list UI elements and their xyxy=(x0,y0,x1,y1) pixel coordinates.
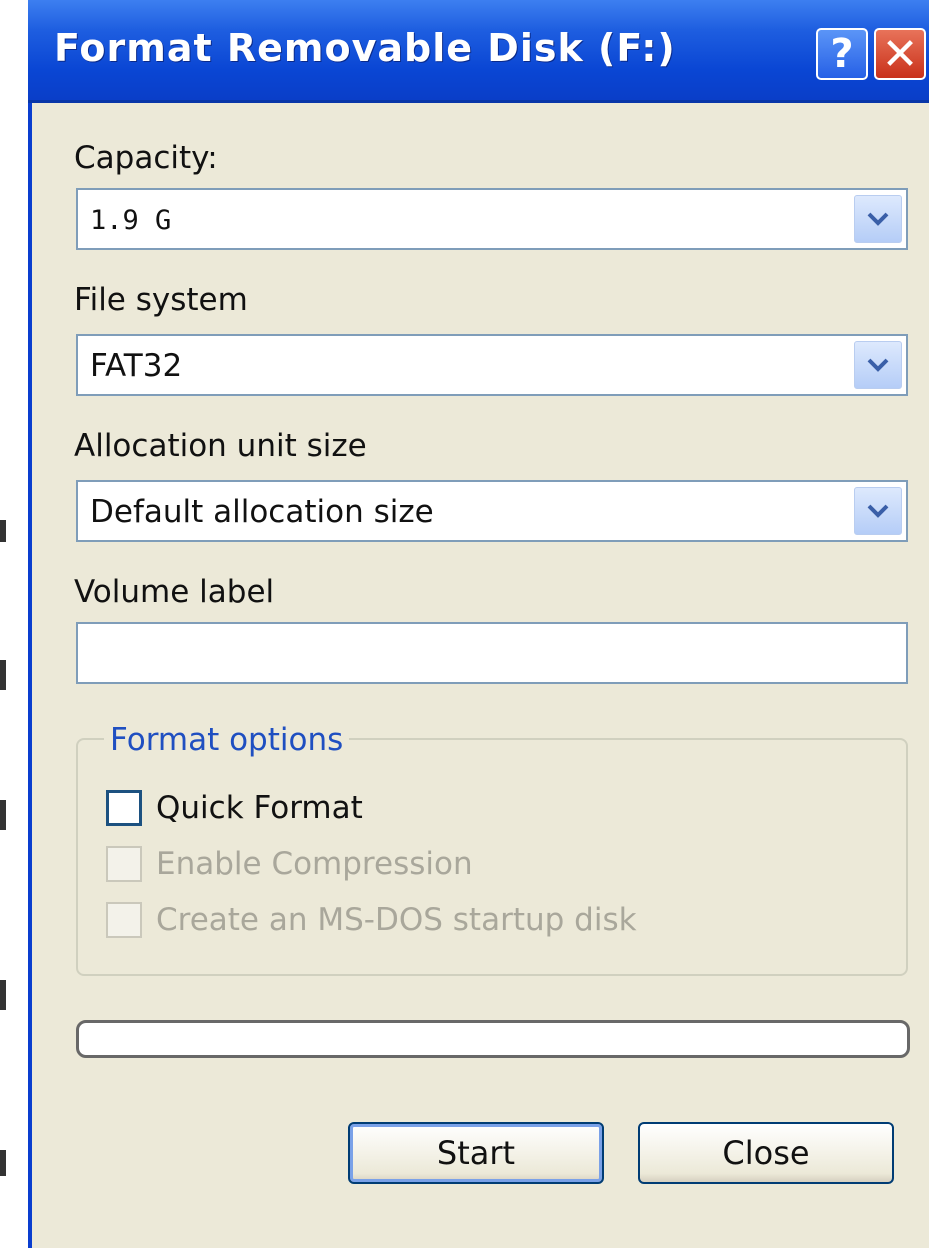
format-progress-bar xyxy=(76,1020,910,1058)
start-button[interactable]: Start xyxy=(348,1122,604,1184)
file-system-dropdown-button[interactable] xyxy=(854,341,902,389)
chevron-down-icon xyxy=(867,212,889,226)
allocation-unit-label: Allocation unit size xyxy=(74,428,367,464)
ms-dos-startup-checkbox xyxy=(106,902,142,938)
background-edge-mark xyxy=(0,980,6,1010)
format-dialog: Format Removable Disk (F:) ? ✕ Capacity:… xyxy=(28,0,929,1248)
help-button[interactable]: ? xyxy=(816,28,868,80)
window-title: Format Removable Disk (F:) xyxy=(54,26,676,70)
capacity-dropdown-button[interactable] xyxy=(854,195,902,243)
enable-compression-option: Enable Compression xyxy=(106,844,473,884)
allocation-unit-dropdown-button[interactable] xyxy=(854,487,902,535)
volume-label-input[interactable] xyxy=(76,622,908,684)
chevron-down-icon xyxy=(867,358,889,372)
title-bar[interactable]: Format Removable Disk (F:) ? ✕ xyxy=(28,0,929,103)
volume-label-label: Volume label xyxy=(74,574,275,610)
background-edge-mark xyxy=(0,520,6,542)
chevron-down-icon xyxy=(867,504,889,518)
ms-dos-startup-option: Create an MS-DOS startup disk xyxy=(106,900,637,940)
quick-format-checkbox[interactable] xyxy=(106,790,142,826)
file-system-value: FAT32 xyxy=(90,348,183,384)
allocation-unit-value: Default allocation size xyxy=(90,494,434,530)
quick-format-option[interactable]: Quick Format xyxy=(106,788,363,828)
capacity-value: 1.9 G xyxy=(90,205,172,236)
background-edge-mark xyxy=(0,800,6,830)
close-button[interactable]: Close xyxy=(638,1122,894,1184)
format-options-legend: Format options xyxy=(104,722,350,758)
help-icon: ? xyxy=(830,31,854,77)
quick-format-label: Quick Format xyxy=(156,790,363,826)
allocation-unit-dropdown[interactable]: Default allocation size xyxy=(76,480,908,542)
ms-dos-startup-label: Create an MS-DOS startup disk xyxy=(156,902,637,938)
background-edge-mark xyxy=(0,660,6,690)
file-system-dropdown[interactable]: FAT32 xyxy=(76,334,908,396)
close-icon: ✕ xyxy=(881,28,919,80)
capacity-label: Capacity: xyxy=(74,140,218,176)
close-window-button[interactable]: ✕ xyxy=(874,28,926,80)
capacity-dropdown[interactable]: 1.9 G xyxy=(76,188,908,250)
enable-compression-checkbox xyxy=(106,846,142,882)
enable-compression-label: Enable Compression xyxy=(156,846,473,882)
background-edge-mark xyxy=(0,1150,6,1176)
file-system-label: File system xyxy=(74,282,248,318)
